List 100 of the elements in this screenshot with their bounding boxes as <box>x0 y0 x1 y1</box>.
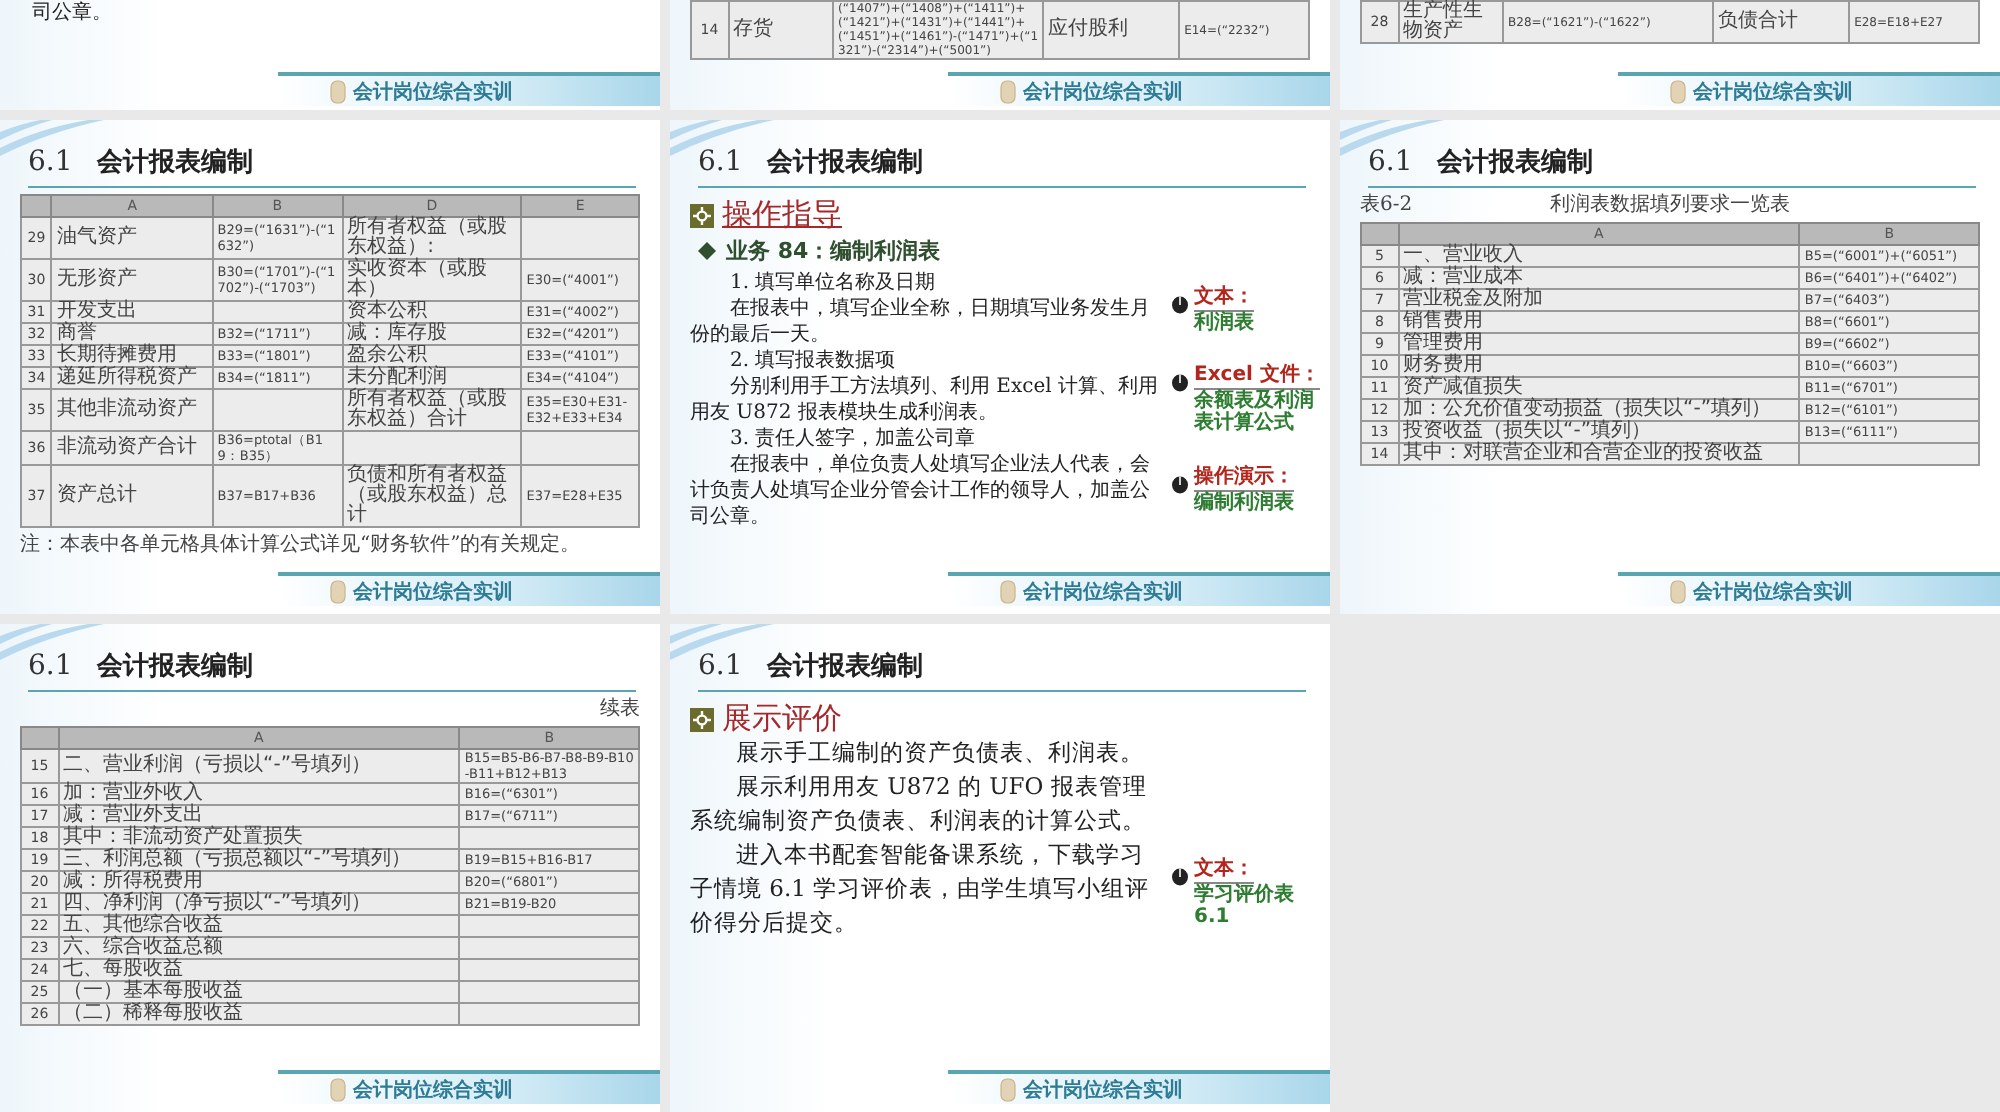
section-number: 6.1 <box>28 146 73 178</box>
seal-icon <box>999 1077 1016 1101</box>
table-cell: 管理费用 <box>1398 333 1800 355</box>
footer-title: 会计岗位综合实训 <box>353 1076 514 1103</box>
column-header <box>1361 223 1399 245</box>
table-cell: 非流动资产合计 <box>51 431 213 465</box>
table-cell: 三、利润总额（亏损总额以“-”号填列） <box>58 849 460 871</box>
section-heading: 展示评价 <box>722 702 842 736</box>
table-cell: 加：公允价值变动损益（损失以“-”填列） <box>1398 399 1800 421</box>
footer-title: 会计岗位综合实训 <box>1693 78 1854 105</box>
table-cell: 未分配利润 <box>342 367 522 389</box>
paragraph: 3. 责任人签字，加盖公司章 <box>728 426 978 452</box>
table-cell: （二）稀释每股收益 <box>58 1003 460 1025</box>
table-cell: 盈余公积 <box>342 345 522 367</box>
footer-title: 会计岗位综合实训 <box>1693 578 1854 605</box>
paragraph: 分别利用手工方法填列、利用 Excel 计算、利用用友 U872 报表模块生成利润表。 <box>690 374 1158 426</box>
table-cell: 资产总计 <box>51 465 213 527</box>
table-cell: 所有者权益（或股东权益）: <box>342 217 522 259</box>
table-cell: 其中：非流动资产处置损失 <box>58 827 460 849</box>
table-cell <box>521 217 639 259</box>
table-cell: 五、其他综合收益 <box>58 915 460 937</box>
column-header <box>21 195 52 217</box>
seal-icon <box>329 579 346 603</box>
table-cell: 其中：对联营企业和合营企业的投资收益 <box>1398 443 1800 465</box>
table-cell: 减：库存股 <box>342 323 522 345</box>
footer-title: 会计岗位综合实训 <box>1023 78 1184 105</box>
seal-icon <box>999 79 1016 103</box>
table-cell: 减：营业外支出 <box>58 805 460 827</box>
table-cell: 商誉 <box>51 323 213 345</box>
resource-link[interactable]: 学习评价表6.1 <box>1194 884 1310 928</box>
link-label: 文本： <box>1194 858 1254 884</box>
footer-title: 会计岗位综合实训 <box>353 578 514 605</box>
task-heading: 业务 84：编制利润表 <box>726 236 941 266</box>
section-number: 6.1 <box>1368 146 1413 178</box>
paragraph: 在报表中，填写企业全称，日期填写业务发生月份的最后一天。 <box>690 296 1152 348</box>
table-cell <box>521 431 639 465</box>
mouse-icon <box>1170 866 1190 886</box>
table-cell: 投资收益（损失以“-”填列） <box>1398 421 1800 443</box>
table-cell: 油气资产 <box>51 217 213 259</box>
footer-title: 会计岗位综合实训 <box>353 78 514 105</box>
table-cell: 实收资本（或股本） <box>342 259 522 301</box>
slide-title: 会计报表编制 <box>766 145 923 180</box>
table-number: 表6-2 <box>1360 194 1413 216</box>
diamond-icon <box>698 242 716 260</box>
paragraph: 2. 填写报表数据项 <box>728 348 898 374</box>
table-cell: 所有者权益（或股东权益）合计 <box>342 389 522 431</box>
column-header <box>21 727 59 749</box>
table-cell <box>212 389 343 431</box>
footer-title: 会计岗位综合实训 <box>1023 578 1184 605</box>
section-heading: 操作指导 <box>722 198 842 232</box>
slide-title: 会计报表编制 <box>1436 145 1593 180</box>
resource-link[interactable]: 编制利润表 <box>1194 492 1294 515</box>
table-cell: 二、营业利润（亏损以“-”号填列） <box>58 749 460 783</box>
link-label: 文本： <box>1194 285 1254 312</box>
table-cell: 递延所得税资产 <box>51 367 213 389</box>
section-number: 6.1 <box>698 650 743 682</box>
paragraph: 在报表中，单位负责人处填写企业法人代表，会计负责人处填写企业分管会计工作的领导人，加盖公司公章。 <box>690 452 1152 530</box>
table-cell: 营业税金及附加 <box>1398 289 1800 311</box>
table-caption: 利润表数据填列要求一览表 <box>1550 194 1790 216</box>
resource-link[interactable]: 利润表 <box>1194 311 1254 334</box>
table-cell: 无形资产 <box>51 259 213 301</box>
paragraph: 进入本书配套智能备课系统，下载学习子情境 6.1 学习评价表，由学生填写小组评价得分后提交。 <box>690 838 1152 940</box>
table-cell: 资产减值损失 <box>1398 377 1800 399</box>
table-cell: 资本公积 <box>342 301 522 323</box>
continued-label: 续表 <box>600 698 640 720</box>
seal-icon <box>1669 579 1686 603</box>
section-number: 6.1 <box>698 146 743 178</box>
seal-icon <box>329 79 346 103</box>
slide-title: 会计报表编制 <box>96 145 253 180</box>
mouse-icon <box>1170 474 1190 495</box>
section-number: 6.1 <box>28 650 73 682</box>
table-cell: 负债和所有者权益（或股东权益）总计 <box>342 465 522 527</box>
table-cell: 减：营业成本 <box>1398 267 1800 289</box>
mouse-icon <box>1170 372 1190 393</box>
flower-box-icon <box>690 203 714 227</box>
seal-icon <box>329 1077 346 1101</box>
table-cell: 负债合计 <box>1713 1 1850 43</box>
table-cell: 销售费用 <box>1398 311 1800 333</box>
mouse-icon <box>1170 293 1190 314</box>
link-label: Excel 文件： <box>1194 364 1320 391</box>
table-cell: 加：营业外收入 <box>58 783 460 805</box>
footer-title: 会计岗位综合实训 <box>1023 1076 1184 1103</box>
table-cell: 存货 <box>728 1 834 59</box>
seal-icon <box>999 579 1016 603</box>
table-cell: 四、净利润（净亏损以“-”号填列） <box>58 893 460 915</box>
seal-icon <box>1669 79 1686 103</box>
table-cell: 七、每股收益 <box>58 959 460 981</box>
table-cell: 开发支出 <box>51 301 213 323</box>
slide-title: 会计报表编制 <box>766 649 923 684</box>
table-cell: 长期待摊费用 <box>51 345 213 367</box>
flower-box-icon <box>690 707 714 731</box>
table-cell: 其他非流动资产 <box>51 389 213 431</box>
table-cell: 应付股利 <box>1043 1 1180 59</box>
resource-link[interactable]: 余额表及利润表计算公式 <box>1194 390 1320 435</box>
paragraph: 展示手工编制的资产负债表、利润表。 <box>734 736 1146 770</box>
table-cell: 减：所得税费用 <box>58 871 460 893</box>
table-cell: 一、营业收入 <box>1398 245 1800 267</box>
table-cell: （一）基本每股收益 <box>58 981 460 1003</box>
link-label: 操作演示： <box>1194 466 1294 493</box>
slide-title: 会计报表编制 <box>96 649 253 684</box>
